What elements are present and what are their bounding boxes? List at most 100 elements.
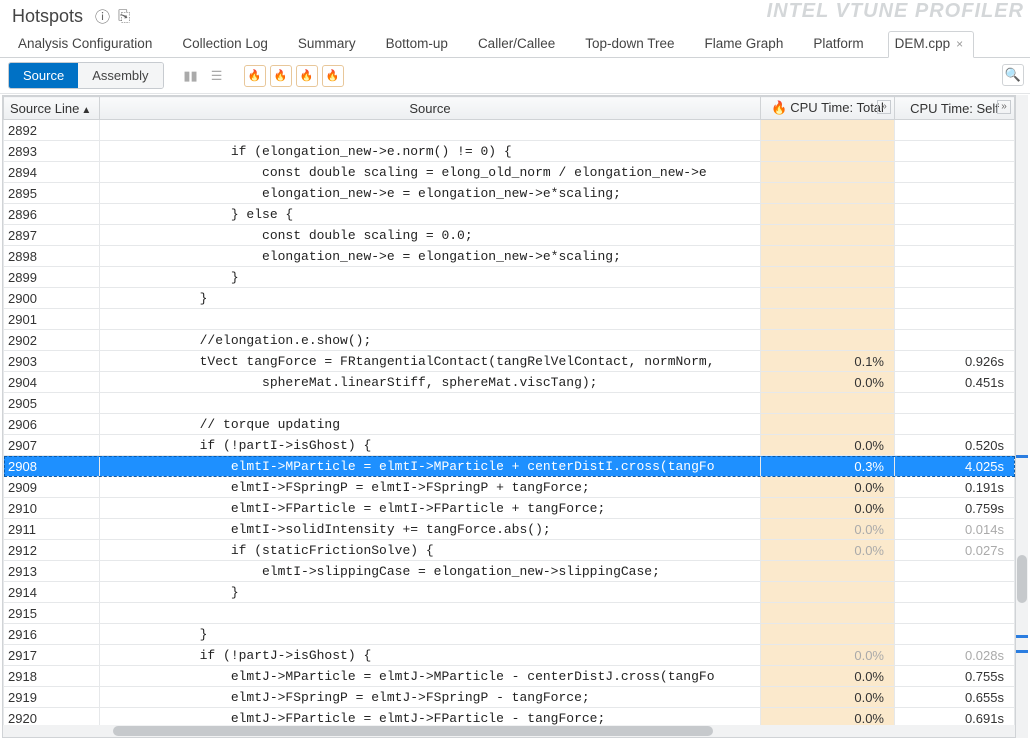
expand-total-icon[interactable]: » [877, 100, 891, 114]
line-number: 2896 [4, 204, 100, 225]
table-row[interactable]: 2898 elongation_new->e = elongation_new-… [4, 246, 1015, 267]
assembly-toggle[interactable]: Assembly [78, 63, 162, 88]
table-row[interactable]: 2893 if (elongation_new->e.norm() != 0) … [4, 141, 1015, 162]
cpu-self-cell: 0.191s [895, 477, 1015, 498]
tab-analysis-configuration[interactable]: Analysis Configuration [12, 32, 158, 57]
source-cell [100, 393, 761, 414]
tab-platform[interactable]: Platform [807, 32, 869, 57]
table-row[interactable]: 2892 [4, 120, 1015, 141]
stack-icon[interactable]: ☰ [206, 65, 228, 87]
tab-collection-log[interactable]: Collection Log [176, 32, 274, 57]
table-row[interactable]: 2899 } [4, 267, 1015, 288]
table-row[interactable]: 2904 sphereMat.linearStiff, sphereMat.vi… [4, 372, 1015, 393]
flame-nav-down-icon[interactable]: 🔥 [322, 65, 344, 87]
source-cell: if (!partI->isGhost) { [100, 435, 761, 456]
line-number: 2906 [4, 414, 100, 435]
line-number: 2915 [4, 603, 100, 624]
table-row[interactable]: 2905 [4, 393, 1015, 414]
source-cell: } [100, 624, 761, 645]
table-row[interactable]: 2912 if (staticFrictionSolve) {0.0%0.027… [4, 540, 1015, 561]
expand-self-icon[interactable]: » [997, 100, 1011, 114]
cpu-total-cell [761, 162, 895, 183]
source-cell: const double scaling = 0.0; [100, 225, 761, 246]
col-cpu-self[interactable]: CPU Time: Self » [895, 97, 1015, 120]
table-row[interactable]: 2896 } else { [4, 204, 1015, 225]
cpu-total-cell [761, 225, 895, 246]
table-row[interactable]: 2897 const double scaling = 0.0; [4, 225, 1015, 246]
cpu-self-cell [895, 204, 1015, 225]
source-cell: if (staticFrictionSolve) { [100, 540, 761, 561]
source-cell [100, 120, 761, 141]
source-cell: if (!partJ->isGhost) { [100, 645, 761, 666]
cpu-self-cell [895, 120, 1015, 141]
cpu-total-cell: 0.1% [761, 351, 895, 372]
table-row[interactable]: 2918 elmtJ->MParticle = elmtJ->MParticle… [4, 666, 1015, 687]
table-row[interactable]: 2900 } [4, 288, 1015, 309]
col-source-line[interactable]: Source Line▲ [4, 97, 100, 120]
table-row[interactable]: 2911 elmtI->solidIntensity += tangForce.… [4, 519, 1015, 540]
cpu-total-cell: 0.0% [761, 540, 895, 561]
table-row[interactable]: 2915 [4, 603, 1015, 624]
table-row[interactable]: 2903 tVect tangForce = FRtangentialConta… [4, 351, 1015, 372]
line-number: 2900 [4, 288, 100, 309]
flame-nav-up-icon[interactable]: 🔥 [244, 65, 266, 87]
cpu-self-cell: 0.655s [895, 687, 1015, 708]
vertical-scrollbar-thumb[interactable] [1017, 555, 1027, 603]
line-number: 2917 [4, 645, 100, 666]
flame-nav-prev-icon[interactable]: 🔥 [270, 65, 292, 87]
col-cpu-self-label: CPU Time: Self [910, 101, 999, 116]
line-number: 2918 [4, 666, 100, 687]
horizontal-scrollbar-thumb[interactable] [113, 726, 713, 736]
tab-summary[interactable]: Summary [292, 32, 362, 57]
search-icon[interactable]: 🔍 [1002, 64, 1024, 86]
tab-dem-cpp[interactable]: DEM.cpp× [888, 31, 975, 58]
cpu-total-cell [761, 246, 895, 267]
col-cpu-total[interactable]: 🔥CPU Time: Total » [761, 97, 895, 120]
sort-asc-icon: ▲ [81, 105, 91, 116]
table-row[interactable]: 2901 [4, 309, 1015, 330]
close-icon[interactable]: × [956, 37, 963, 51]
cpu-total-cell [761, 393, 895, 414]
table-row[interactable]: 2906 // torque updating [4, 414, 1015, 435]
line-number: 2907 [4, 435, 100, 456]
source-cell [100, 309, 761, 330]
col-source[interactable]: Source [100, 97, 761, 120]
table-row[interactable]: 2914 } [4, 582, 1015, 603]
table-row[interactable]: 2916 } [4, 624, 1015, 645]
cpu-total-cell: 0.0% [761, 666, 895, 687]
source-cell: //elongation.e.show(); [100, 330, 761, 351]
table-row[interactable]: 2894 const double scaling = elong_old_no… [4, 162, 1015, 183]
cpu-total-cell [761, 309, 895, 330]
table-row[interactable]: 2908 elmtI->MParticle = elmtI->MParticle… [4, 456, 1015, 477]
cpu-self-cell [895, 624, 1015, 645]
table-row[interactable]: 2913 elmtI->slippingCase = elongation_ne… [4, 561, 1015, 582]
source-cell: const double scaling = elong_old_norm / … [100, 162, 761, 183]
table-row[interactable]: 2919 elmtJ->FSpringP = elmtJ->FSpringP -… [4, 687, 1015, 708]
table-row[interactable]: 2909 elmtI->FSpringP = elmtI->FSpringP +… [4, 477, 1015, 498]
horizontal-scrollbar[interactable] [3, 725, 1015, 737]
table-row[interactable]: 2907 if (!partI->isGhost) {0.0%0.520s [4, 435, 1015, 456]
source-cell: } [100, 288, 761, 309]
source-toggle[interactable]: Source [9, 63, 78, 88]
vertical-scrollbar[interactable] [1016, 95, 1028, 738]
flame-nav-next-icon[interactable]: 🔥 [296, 65, 318, 87]
cpu-self-cell: 0.014s [895, 519, 1015, 540]
table-row[interactable]: 2895 elongation_new->e = elongation_new-… [4, 183, 1015, 204]
cpu-total-cell [761, 603, 895, 624]
table-row[interactable]: 2902 //elongation.e.show(); [4, 330, 1015, 351]
tab-flame-graph[interactable]: Flame Graph [699, 32, 790, 57]
tab-caller-callee[interactable]: Caller/Callee [472, 32, 561, 57]
line-number: 2913 [4, 561, 100, 582]
pause-icon[interactable]: ▮▮ [180, 65, 202, 87]
line-number: 2898 [4, 246, 100, 267]
help-icon[interactable]: ⓘ [95, 6, 110, 27]
source-cell: elmtI->slippingCase = elongation_new->sl… [100, 561, 761, 582]
tab-bottom-up[interactable]: Bottom-up [380, 32, 454, 57]
cpu-total-cell: 0.0% [761, 435, 895, 456]
copy-report-icon[interactable]: ⎘ [118, 8, 130, 25]
cpu-self-cell [895, 414, 1015, 435]
cpu-self-cell [895, 309, 1015, 330]
table-row[interactable]: 2917 if (!partJ->isGhost) {0.0%0.028s [4, 645, 1015, 666]
table-row[interactable]: 2910 elmtI->FParticle = elmtI->FParticle… [4, 498, 1015, 519]
tab-top-down-tree[interactable]: Top-down Tree [579, 32, 680, 57]
